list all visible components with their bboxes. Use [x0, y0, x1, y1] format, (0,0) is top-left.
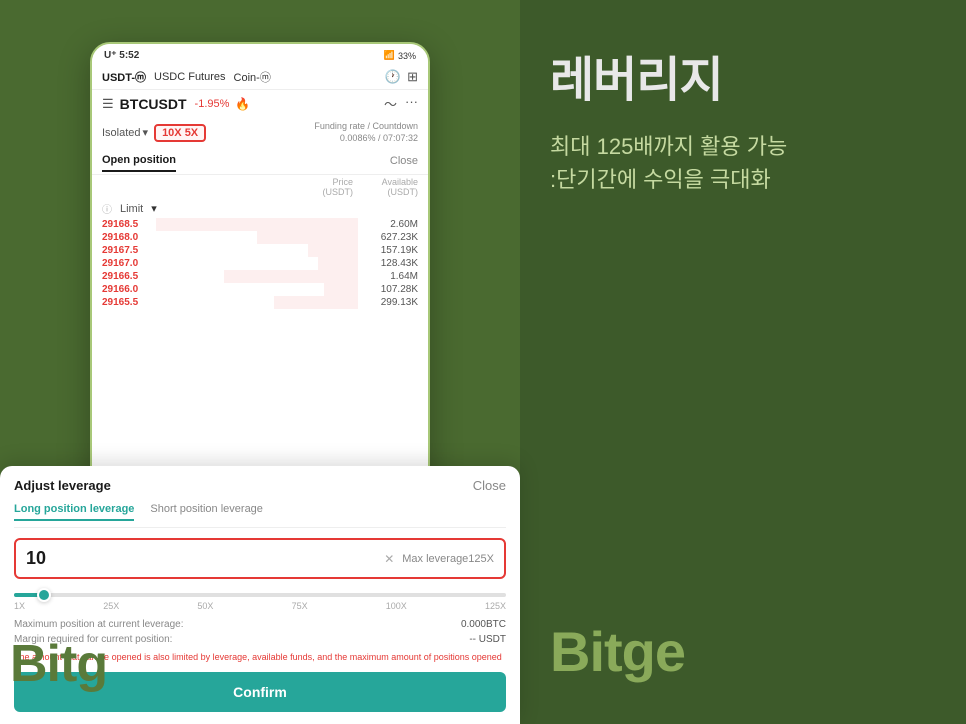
- slider-label-50x: 50X: [197, 601, 213, 611]
- position-tabs: Open position Close: [92, 148, 428, 175]
- leverage-input-value[interactable]: 10: [90, 548, 384, 569]
- orderbook-asks: 29168.5 2.60M 29168.0 627.23K 29167.5 15…: [92, 218, 428, 477]
- phone-mockup: U⁺ 5:52 📶 33% USDT-ⓜ USDC Futures Coin-ⓜ…: [90, 42, 430, 682]
- right-desc: 최대 125배까지 활용 가능 :단기간에 수익을 극대화: [550, 130, 787, 196]
- modal-tabs: Long position leverage Short position le…: [90, 503, 430, 528]
- tab-short-leverage[interactable]: Short position leverage: [150, 503, 263, 521]
- order-type-label[interactable]: Limit: [120, 203, 143, 215]
- nav-icons: 🕐 ⊞: [385, 69, 418, 85]
- funding-value: 0.0086% / 07:07:32: [314, 133, 418, 145]
- warning-text: The amount that can be opened is also li…: [90, 651, 430, 664]
- isolated-dropdown-icon: ▾: [143, 126, 149, 139]
- pair-header: ☰ BTCUSDT -1.95% 🔥 〜 ···: [92, 90, 428, 117]
- wifi-icon: 📶: [384, 50, 395, 61]
- leverage-input-box: 10 ✕ Max leverage125X: [90, 538, 430, 579]
- right-panel: 레버리지 최대 125배까지 활용 가능 :단기간에 수익을 극대화 Bitge: [520, 0, 966, 724]
- adjust-leverage-modal: Adjust leverage Close Long position leve…: [90, 466, 430, 682]
- pair-name[interactable]: BTCUSDT: [120, 96, 187, 112]
- price-header: Price(USDT) Available(USDT): [92, 175, 428, 199]
- signal-text: 33%: [398, 51, 416, 61]
- slider-track: [90, 593, 430, 597]
- leverage-badge[interactable]: 10X 5X: [154, 124, 206, 142]
- funding-info: Funding rate / Countdown 0.0086% / 07:07…: [314, 121, 418, 144]
- info-row-0: Maximum position at current leverage: 0.…: [90, 617, 430, 632]
- nav-usdc[interactable]: USDC Futures: [154, 71, 226, 83]
- avail-col-header: Available(USDT): [363, 177, 418, 197]
- slider-label-100x: 100X: [386, 601, 407, 611]
- modal-title: Adjust leverage: [90, 478, 111, 493]
- order-dropdown-icon[interactable]: ▾: [151, 202, 157, 215]
- ob-row-ask-6: 29165.5 299.13K: [92, 296, 428, 309]
- wave-icon[interactable]: 〜: [384, 94, 397, 113]
- leverage-slider[interactable]: 1X 25X 50X 75X 100X 125X: [90, 589, 430, 613]
- funding-label: Funding rate / Countdown: [314, 121, 418, 133]
- status-bar: U⁺ 5:52 📶 33%: [92, 44, 428, 65]
- right-title: 레버리지: [550, 40, 723, 110]
- order-type-row: ⓘ Limit ▾: [92, 199, 428, 218]
- info-row-1: Margin required for current position: --…: [90, 632, 430, 647]
- nav-usdt[interactable]: USDT-ⓜ: [102, 69, 146, 85]
- ob-row-ask-2: 29167.5 157.19K: [92, 244, 428, 257]
- hamburger-icon[interactable]: ☰: [102, 96, 114, 112]
- ob-row-ask-5: 29166.0 107.28K: [92, 283, 428, 296]
- desc-line2: :단기간에 수익을 극대화: [550, 163, 787, 196]
- pair-actions: 〜 ···: [384, 94, 418, 113]
- left-logo: Bitg: [10, 634, 107, 694]
- pair-change: -1.95%: [195, 98, 230, 110]
- info-icon: ⓘ: [102, 201, 112, 216]
- right-logo: Bitge: [550, 619, 685, 684]
- clear-icon[interactable]: ✕: [384, 552, 394, 566]
- status-time: U⁺ 5:52: [104, 50, 139, 61]
- tab-close[interactable]: Close: [390, 155, 418, 167]
- tab-long-leverage[interactable]: Long position leverage: [90, 503, 134, 521]
- confirm-button[interactable]: Confirm: [90, 672, 430, 682]
- fire-icon: 🔥: [235, 97, 250, 111]
- isolated-label: Isolated: [102, 127, 141, 139]
- left-panel: U⁺ 5:52 📶 33% USDT-ⓜ USDC Futures Coin-ⓜ…: [0, 0, 520, 724]
- tab-open[interactable]: Open position: [102, 150, 176, 172]
- slider-label-75x: 75X: [292, 601, 308, 611]
- price-col-header: Price(USDT): [298, 177, 353, 197]
- slider-label-25x: 25X: [103, 601, 119, 611]
- max-leverage-label: Max leverage125X: [402, 553, 430, 565]
- nav-coin[interactable]: Coin-ⓜ: [234, 69, 271, 85]
- ob-row-ask-4: 29166.5 1.64M: [92, 270, 428, 283]
- ob-row-ask-1: 29168.0 627.23K: [92, 231, 428, 244]
- desc-line1: 최대 125배까지 활용 가능: [550, 130, 787, 163]
- grid-icon[interactable]: ⊞: [407, 69, 418, 85]
- isolated-button[interactable]: Isolated ▾: [102, 126, 148, 139]
- max-pos-label: Maximum position at current leverage:: [90, 619, 184, 630]
- ob-row-ask-0: 29168.5 2.60M: [92, 218, 428, 231]
- dots-icon[interactable]: ···: [405, 94, 418, 113]
- status-icons: 📶 33%: [384, 50, 416, 61]
- slider-labels: 1X 25X 50X 75X 100X 125X: [90, 601, 430, 611]
- clock-icon[interactable]: 🕐: [385, 69, 401, 85]
- ob-row-ask-3: 29167.0 128.43K: [92, 257, 428, 270]
- leverage-row: Isolated ▾ 10X 5X Funding rate / Countdo…: [92, 117, 428, 148]
- modal-header: Adjust leverage Close: [90, 478, 430, 493]
- top-nav: USDT-ⓜ USDC Futures Coin-ⓜ 🕐 ⊞: [92, 65, 428, 90]
